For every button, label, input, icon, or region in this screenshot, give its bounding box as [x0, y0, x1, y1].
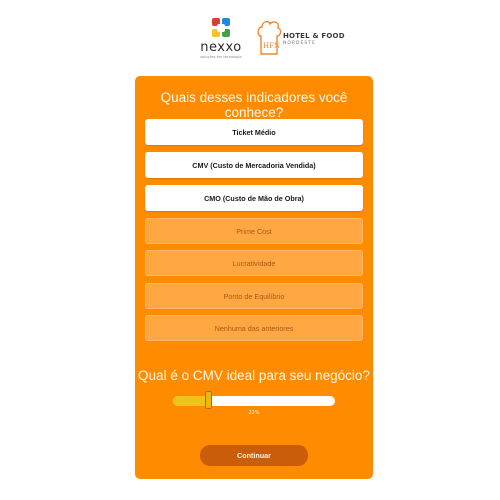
- nexxo-tagline: soluções em tecnologia: [200, 55, 242, 59]
- option-label: CMO (Custo de Mão de Obra): [204, 193, 304, 203]
- option-label: Nenhuma das anteriores: [214, 323, 294, 333]
- option-ponto-de-equilibrio[interactable]: Ponto de Equilíbrio: [145, 283, 363, 309]
- hotel-food-logo: HFN HOTEL & FOOD NORDESTE: [256, 18, 345, 62]
- hotel-food-title: HOTEL & FOOD: [283, 32, 345, 40]
- question-1-title: Quais desses indicadores você conhece?: [160, 90, 348, 120]
- option-label: CMV (Custo de Mercadoria Vendida): [192, 160, 316, 170]
- nexxo-logo-icon: [212, 18, 230, 37]
- cmv-slider[interactable]: [173, 391, 335, 409]
- option-label: Prime Cost: [236, 226, 272, 236]
- hotel-food-subtitle: NORDESTE: [283, 41, 316, 46]
- nexxo-logo: nexxo soluções em tecnologia: [196, 16, 246, 64]
- option-cmv[interactable]: CMV (Custo de Mercadoria Vendida): [145, 152, 363, 178]
- survey-card: Quais desses indicadores você conhece? T…: [135, 76, 373, 479]
- option-cmo[interactable]: CMO (Custo de Mão de Obra): [145, 185, 363, 211]
- nexxo-wordmark: nexxo: [200, 40, 242, 55]
- header-logos: nexxo soluções em tecnologia HFN HOTEL &…: [0, 16, 500, 64]
- option-label: Lucratividade: [232, 258, 276, 268]
- option-nenhuma[interactable]: Nenhuma das anteriores: [145, 315, 363, 341]
- slider-fill: [173, 396, 209, 406]
- continue-button[interactable]: Continuar: [200, 445, 308, 466]
- hfn-mark: HFN: [263, 42, 280, 50]
- chef-hat-icon: HFN: [257, 20, 282, 55]
- option-lucratividade[interactable]: Lucratividade: [145, 250, 363, 276]
- option-ticket-medio[interactable]: Ticket Médio: [145, 119, 363, 145]
- question-2-title: Qual é o CMV ideal para seu negócio?: [138, 368, 370, 383]
- slider-value-label: 22%: [248, 410, 260, 416]
- slider-thumb[interactable]: [205, 391, 212, 409]
- option-prime-cost[interactable]: Prime Cost: [145, 218, 363, 244]
- continue-label: Continuar: [237, 451, 271, 460]
- option-label: Ponto de Equilíbrio: [223, 291, 285, 301]
- option-label: Ticket Médio: [232, 127, 276, 137]
